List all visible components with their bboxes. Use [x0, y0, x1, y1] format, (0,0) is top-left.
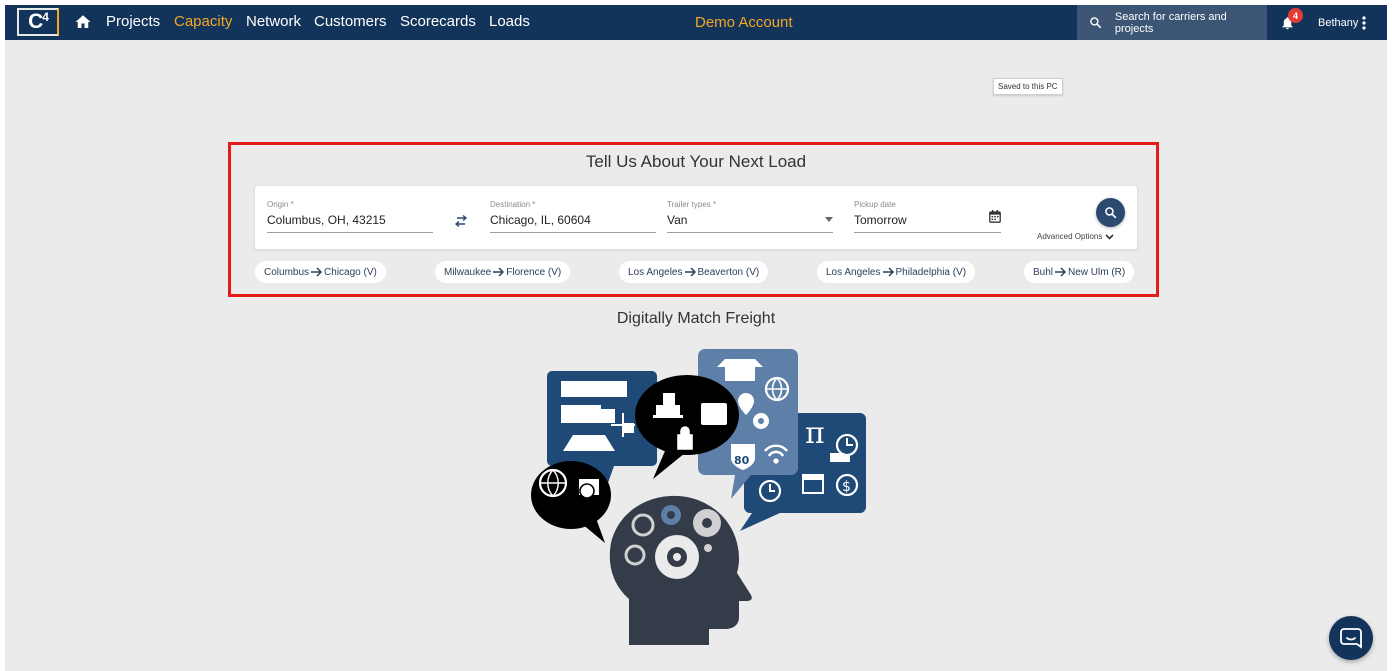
top-navbar: C4 Projects Capacity Network Customers S… [5, 5, 1387, 40]
nav-scorecards[interactable]: Scorecards [400, 13, 476, 30]
svg-text:$: $ [842, 479, 851, 495]
chip-to: New Ulm (R) [1068, 266, 1126, 278]
origin-field[interactable]: Origin * Columbus, OH, 43215 [267, 200, 433, 233]
calendar-icon[interactable] [989, 210, 1001, 223]
app-root: C4 Projects Capacity Network Customers S… [5, 5, 1387, 671]
chevron-down-icon [825, 217, 833, 222]
pi-symbol: π [805, 416, 825, 451]
recent-search-chip[interactable]: Los Angeles Philadelphia (V) [817, 261, 976, 283]
c4-logo[interactable]: C4 [17, 8, 59, 36]
chip-from: Los Angeles [826, 266, 881, 278]
chip-to: Florence (V) [506, 266, 562, 278]
chip-from: Milwaukee [444, 266, 492, 278]
nav-capacity[interactable]: Capacity [174, 13, 232, 30]
arrow-right-icon [311, 267, 323, 277]
user-name[interactable]: Bethany [1318, 17, 1358, 29]
nav-loads[interactable]: Loads [489, 13, 530, 30]
recent-search-chip[interactable]: Milwaukee Florence (V) [435, 261, 571, 283]
swap-icon[interactable] [454, 215, 468, 227]
search-icon [1090, 17, 1102, 29]
nav-network[interactable]: Network [246, 13, 301, 30]
search-placeholder: Search for carriers and projects [1114, 10, 1227, 35]
chip-to: Beaverton (V) [697, 266, 760, 278]
destination-value: Chicago, IL, 60604 [490, 213, 591, 227]
chip-from: Los Angeles [628, 266, 683, 278]
search-load-button[interactable] [1096, 198, 1125, 227]
destination-label: Destination * [490, 200, 536, 209]
advanced-options-toggle[interactable]: Advanced Options [1037, 232, 1114, 241]
chat-icon [1340, 628, 1362, 649]
nav-projects[interactable]: Projects [106, 13, 160, 30]
recent-search-chip[interactable]: Los Angeles Beaverton (V) [619, 261, 769, 283]
section-title: Digitally Match Freight [616, 310, 776, 327]
chip-to: Philadelphia (V) [895, 266, 967, 278]
arrow-right-icon [882, 267, 894, 277]
load-search-card: Origin * Columbus, OH, 43215 Destination… [255, 186, 1137, 249]
chip-from: Buhl [1033, 266, 1054, 278]
advanced-options-label: Advanced Options [1037, 232, 1103, 241]
chip-from: Columbus [264, 266, 310, 278]
chat-button[interactable] [1329, 616, 1373, 660]
load-form-title: Tell Us About Your Next Load [585, 152, 807, 171]
chevron-down-icon [1105, 233, 1114, 240]
origin-label: Origin * [267, 200, 294, 209]
pickup-value: Tomorrow [854, 213, 907, 227]
origin-value: Columbus, OH, 43215 [267, 213, 386, 227]
chip-to: Chicago (V) [324, 266, 377, 278]
nav-customers[interactable]: Customers [314, 13, 387, 30]
arrow-right-icon [684, 267, 696, 277]
saved-tooltip: Saved to this PC [993, 78, 1063, 95]
destination-field[interactable]: Destination * Chicago, IL, 60604 [490, 200, 656, 233]
recent-search-chip[interactable]: Buhl New Ulm (R) [1024, 261, 1135, 283]
arrow-right-icon [493, 267, 505, 277]
carrier-search-input[interactable]: Search for carriers and projects [1077, 5, 1267, 40]
pickup-date-field[interactable]: Pickup date Tomorrow [854, 200, 1001, 233]
notification-badge: 4 [1288, 8, 1303, 23]
arrow-right-icon [1055, 267, 1067, 277]
trailer-value: Van [667, 213, 688, 227]
search-icon [1105, 207, 1117, 219]
trailer-type-select[interactable]: Trailer types * Van [667, 200, 833, 233]
trailer-label: Trailer types * [667, 200, 717, 209]
home-icon[interactable] [74, 13, 92, 31]
recent-search-chip[interactable]: Columbus Chicago (V) [255, 261, 386, 283]
more-vert-icon[interactable] [1362, 16, 1366, 30]
demo-account-label: Demo Account [695, 14, 793, 31]
highway-shield-number: 80 [734, 454, 750, 467]
pickup-label: Pickup date [854, 200, 896, 209]
freight-brain-illustration: π $ 80 [531, 349, 866, 645]
